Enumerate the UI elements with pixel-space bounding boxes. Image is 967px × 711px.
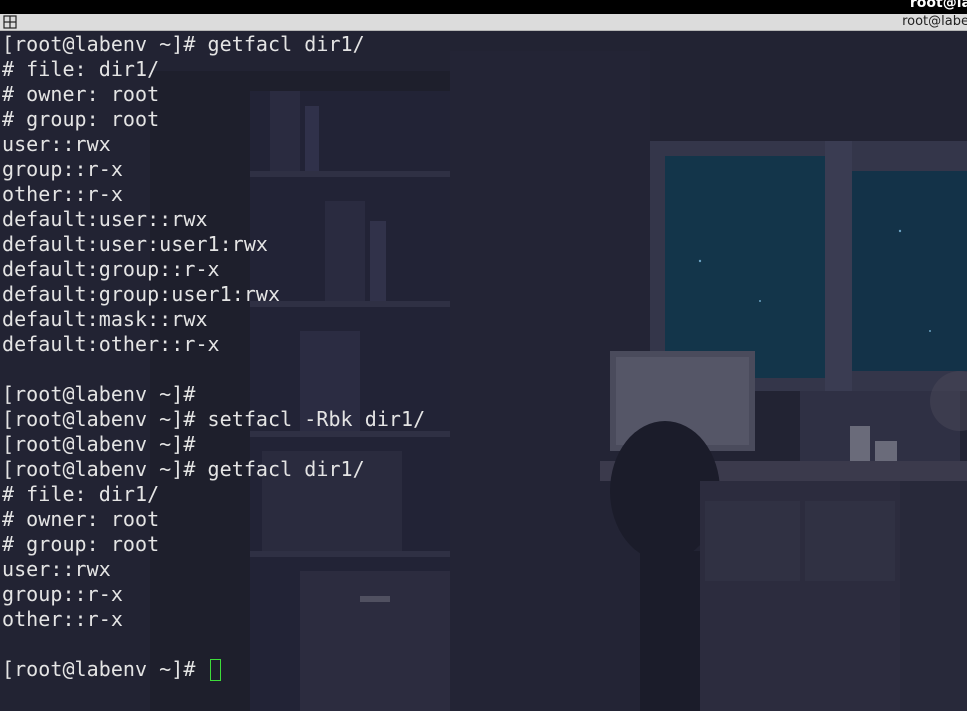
terminal-line: user::rwx xyxy=(2,132,111,156)
terminal-line: default:user::rwx xyxy=(2,207,208,231)
terminal-line: user::rwx xyxy=(2,557,111,581)
terminal-prompt-line[interactable]: [root@labenv ~]# xyxy=(2,657,962,682)
terminal-line: [root@labenv ~]# getfacl dir1/ xyxy=(2,457,365,481)
terminal-line: group::r-x xyxy=(2,582,123,606)
terminal-prompt: [root@labenv ~]# xyxy=(2,657,208,681)
terminal-line: # group: root xyxy=(2,532,160,556)
terminal-output[interactable]: [root@labenv ~]# getfacl dir1/ # file: d… xyxy=(2,32,962,682)
terminal-line: default:other::r-x xyxy=(2,332,220,356)
terminal-line: [root@labenv ~]# getfacl dir1/ xyxy=(2,32,365,56)
terminal-line: # file: dir1/ xyxy=(2,57,160,81)
terminal-cursor xyxy=(209,659,221,681)
terminal-tab-bar[interactable]: root@labe xyxy=(0,14,967,31)
terminal-line: other::r-x xyxy=(2,607,123,631)
tab-title[interactable]: root@labe xyxy=(902,14,967,30)
terminal-line: # owner: root xyxy=(2,507,160,531)
terminal-line: other::r-x xyxy=(2,182,123,206)
terminal-line: default:group:user1:rwx xyxy=(2,282,281,306)
terminal-line: # owner: root xyxy=(2,82,160,106)
terminal-line: [root@labenv ~]# setfacl -Rbk dir1/ xyxy=(2,407,426,431)
terminal-line: # file: dir1/ xyxy=(2,482,160,506)
terminal-line: default:mask::rwx xyxy=(2,307,208,331)
terminal-line: group::r-x xyxy=(2,157,123,181)
terminal-line: default:user:user1:rwx xyxy=(2,232,269,256)
terminal-grid-icon[interactable] xyxy=(3,15,17,29)
terminal-line: default:group::r-x xyxy=(2,257,220,281)
terminal-line: # group: root xyxy=(2,107,160,131)
terminal-line: [root@labenv ~]# xyxy=(2,432,196,456)
top-panel: root@la xyxy=(0,0,967,14)
top-panel-title: root@la xyxy=(909,0,967,11)
terminal-line: [root@labenv ~]# xyxy=(2,382,196,406)
